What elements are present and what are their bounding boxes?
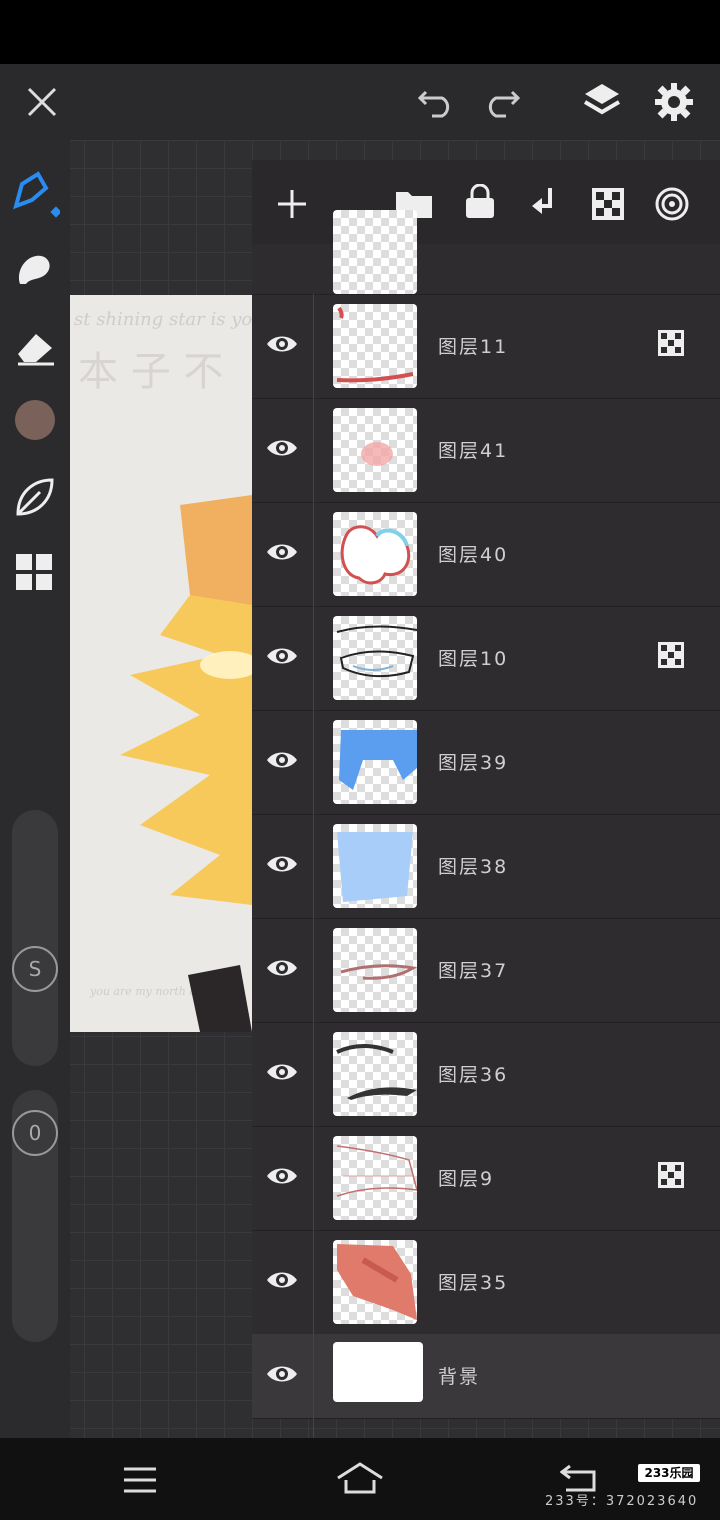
eye-icon[interactable] — [266, 1160, 298, 1192]
layer-name: 图层41 — [438, 440, 509, 462]
layer-panel: 图层11 图层41 图层40 图层10 图层39 图层38 图层37 图层36 图层9 图层35 背… — [252, 160, 720, 1438]
layer-thumbnail — [333, 210, 417, 294]
artwork-preview[interactable]: st shining star is yo 本 子 不 you are my n… — [70, 295, 252, 1032]
layer-name: 图层37 — [438, 960, 509, 982]
layer-row[interactable]: 图层10 — [252, 606, 720, 711]
smudge-icon[interactable] — [14, 248, 56, 290]
layer-divider — [313, 1230, 314, 1334]
layer-row[interactable]: 图层39 — [252, 710, 720, 815]
layer-divider — [313, 294, 314, 398]
eye-icon[interactable] — [266, 744, 298, 776]
eye-icon[interactable] — [266, 536, 298, 568]
layer-name: 图层40 — [438, 544, 509, 566]
eye-icon[interactable] — [266, 1264, 298, 1296]
layer-divider — [313, 814, 314, 918]
layer-divider — [313, 710, 314, 814]
gear-icon[interactable] — [655, 83, 693, 121]
lock-icon[interactable] — [464, 184, 496, 220]
eye-icon[interactable] — [266, 640, 298, 672]
add-icon[interactable] — [276, 188, 308, 220]
layer-row[interactable]: 图层36 — [252, 1022, 720, 1127]
tool-sidebar: S 0 — [0, 140, 70, 1438]
layer-thumbnail — [333, 1342, 423, 1402]
layer-thumbnail — [333, 824, 417, 908]
watermark-text: 233号：372023640 — [545, 1494, 699, 1509]
layer-name: 图层36 — [438, 1064, 509, 1086]
layer-row[interactable]: 背景 — [252, 1334, 720, 1438]
layer-thumbnail — [333, 720, 417, 804]
eye-icon[interactable] — [266, 848, 298, 880]
layer-thumbnail — [333, 1136, 417, 1220]
layer-thumbnail — [333, 928, 417, 1012]
layer-row[interactable]: 图层40 — [252, 502, 720, 607]
eye-icon[interactable] — [266, 1358, 298, 1390]
layers-icon[interactable] — [583, 82, 621, 122]
eye-icon[interactable] — [266, 328, 298, 360]
status-bar — [0, 0, 720, 64]
layer-row[interactable]: 图层35 — [252, 1230, 720, 1335]
size-label: S — [12, 946, 58, 992]
layer-name: 图层39 — [438, 752, 509, 774]
layer-name: 图层10 — [438, 648, 509, 670]
layer-thumbnail — [333, 512, 417, 596]
grid-icon[interactable] — [16, 554, 54, 592]
clipping-mask-icon[interactable] — [658, 642, 684, 668]
layer-divider — [313, 606, 314, 710]
layer-name: 背景 — [438, 1366, 481, 1388]
eye-icon[interactable] — [266, 432, 298, 464]
redo-icon[interactable] — [482, 86, 520, 118]
leaf-icon[interactable] — [14, 476, 56, 518]
layer-panel-header — [252, 160, 720, 244]
svg-text:st shining star is yo: st shining star is yo — [74, 309, 252, 330]
brush-size-slider[interactable] — [12, 810, 58, 1066]
layer-thumbnail — [333, 408, 417, 492]
layer-row[interactable]: 图层37 — [252, 918, 720, 1023]
layer-row[interactable]: 图层41 — [252, 398, 720, 503]
close-icon[interactable] — [26, 86, 58, 118]
layer-thumbnail — [333, 1240, 417, 1324]
layer-row[interactable]: 图层38 — [252, 814, 720, 919]
layer-name: 图层35 — [438, 1272, 509, 1294]
layer-thumbnail — [333, 616, 417, 700]
layer-divider — [313, 398, 314, 502]
eraser-icon[interactable] — [14, 326, 56, 368]
layer-row[interactable]: 图层11 — [252, 294, 720, 399]
home-icon[interactable] — [336, 1460, 384, 1496]
eye-icon[interactable] — [266, 1056, 298, 1088]
layer-row-partial[interactable] — [252, 210, 720, 295]
target-icon[interactable] — [654, 186, 690, 222]
merge-down-icon[interactable] — [530, 186, 558, 220]
clipping-mask-icon[interactable] — [658, 1162, 684, 1188]
layer-name: 图层11 — [438, 336, 509, 358]
layer-divider — [313, 918, 314, 1022]
layer-thumbnail — [333, 304, 417, 388]
layer-thumbnail — [333, 1032, 417, 1116]
clipping-mask-icon[interactable] — [658, 330, 684, 356]
layer-divider — [313, 1126, 314, 1230]
layer-divider — [313, 1022, 314, 1126]
opacity-label: 0 — [12, 1110, 58, 1156]
layer-name: 图层38 — [438, 856, 509, 878]
eye-icon[interactable] — [266, 952, 298, 984]
top-toolbar — [0, 64, 720, 140]
layer-divider — [313, 1334, 314, 1438]
watermark-logo: 233乐园 — [638, 1464, 700, 1482]
undo-icon[interactable] — [418, 86, 456, 118]
layer-divider — [313, 502, 314, 606]
layer-name: 图层9 — [438, 1168, 495, 1190]
svg-text:本 子 不: 本 子 不 — [78, 349, 223, 395]
layer-row[interactable]: 图层9 — [252, 1126, 720, 1231]
checker-icon[interactable] — [592, 188, 624, 220]
menu-icon[interactable] — [122, 1466, 158, 1494]
pen-icon[interactable] — [12, 170, 60, 218]
color-swatch[interactable] — [15, 400, 55, 440]
